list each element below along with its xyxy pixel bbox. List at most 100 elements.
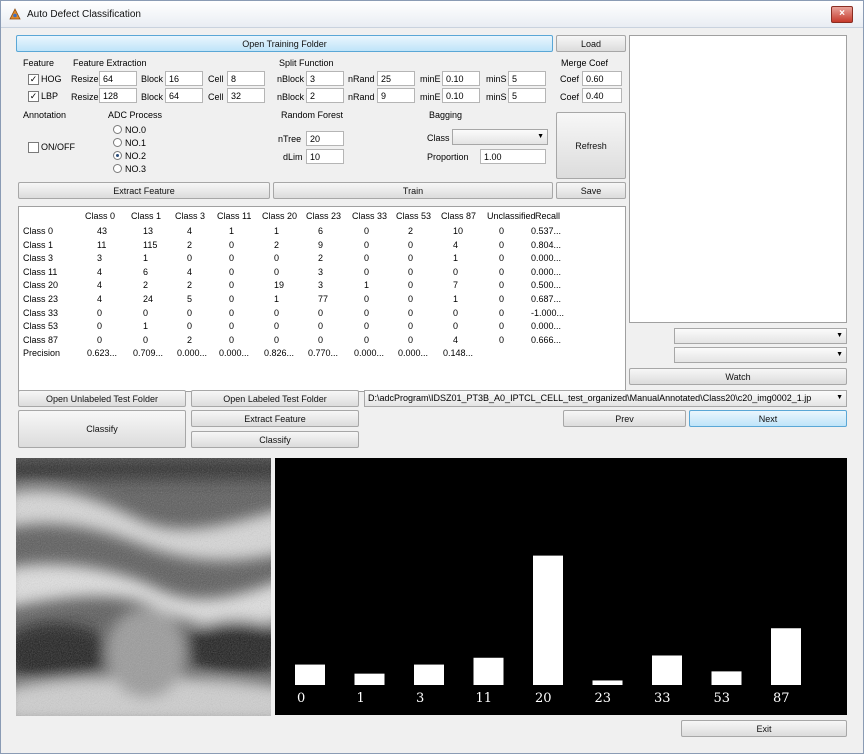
matrix-cell: 2 [187, 280, 193, 291]
open-unlabeled-test-folder-button[interactable]: Open Unlabeled Test Folder [18, 390, 186, 407]
ntree-input[interactable]: 20 [306, 131, 344, 146]
test-image-path-select[interactable]: D:\adcProgram\IDSZ01_PT3B_A0_IPTCL_CELL_… [364, 390, 847, 407]
precision-cell: 0.148... [443, 348, 474, 359]
nrand-input-1[interactable]: 25 [377, 71, 415, 86]
precision-cell: 0.623... [87, 348, 118, 359]
matrix-cell: 0 [187, 253, 193, 264]
extract-feature-test-button[interactable]: Extract Feature [191, 410, 359, 427]
hog-block-input[interactable]: 16 [165, 71, 203, 86]
train-button[interactable]: Train [273, 182, 553, 199]
matrix-cell: 1 [229, 226, 235, 236]
matrix-cell: 5 [187, 294, 193, 304]
matrix-cell: 19 [274, 280, 285, 291]
matrix-cell: 4 [97, 266, 103, 277]
mine-input-1[interactable]: 0.10 [442, 71, 480, 86]
row-label: Class 53 [23, 321, 59, 332]
histogram-category-label: 20 [535, 691, 552, 706]
matrix-cell: 0 [364, 253, 370, 264]
matrix-cell: 0 [229, 266, 235, 277]
mins-input-2[interactable]: 5 [508, 88, 546, 103]
nblock-input-1[interactable]: 3 [306, 71, 344, 86]
classification-histogram: 0 1 3 11 20 23 33 53 87 [275, 458, 847, 715]
watch-button[interactable]: Watch [629, 368, 847, 385]
annotation-checkbox[interactable] [28, 142, 39, 153]
classify-labeled-button[interactable]: Classify [191, 431, 359, 448]
adc-radio-1[interactable] [113, 138, 122, 147]
window-title: Auto Defect Classification [27, 9, 141, 20]
adc-radio-3[interactable] [113, 164, 122, 173]
load-button[interactable]: Load [556, 35, 626, 52]
prev-button[interactable]: Prev [563, 410, 686, 427]
matrix-cell: 0 [364, 266, 370, 277]
histogram-category-label: 53 [714, 691, 731, 706]
mine-label-2: minE [420, 92, 441, 102]
hog-block-label: Block [141, 74, 164, 84]
nrand-label-2: nRand [348, 92, 375, 102]
save-button[interactable]: Save [556, 182, 626, 199]
dlim-label: dLim [283, 152, 303, 162]
bagging-class-select[interactable]: ▼ [452, 129, 548, 145]
hog-checkbox[interactable]: ✓ [28, 74, 39, 85]
open-training-folder-button[interactable]: Open Training Folder [16, 35, 553, 52]
dlim-input[interactable]: 10 [306, 149, 344, 164]
histogram-category-label: 3 [416, 691, 424, 706]
lbp-resize-input[interactable]: 128 [99, 88, 137, 103]
mine-input-2[interactable]: 0.10 [442, 88, 480, 103]
matrix-cell: 0 [143, 307, 149, 318]
column-header: Class 53 [396, 211, 432, 221]
coef-input-1[interactable]: 0.60 [582, 71, 622, 86]
app-window: Auto Defect Classification × Open Traini… [0, 0, 864, 754]
close-button[interactable]: × [831, 6, 853, 23]
row-label: Class 3 [23, 253, 54, 264]
mins-input-1[interactable]: 5 [508, 71, 546, 86]
adc-radio-2[interactable] [113, 151, 122, 160]
matrix-cell: 0.687... [531, 294, 562, 304]
next-button[interactable]: Next [689, 410, 847, 427]
row-label: Class 23 [23, 294, 59, 304]
bagging-header: Bagging [429, 110, 463, 120]
matrix-cell: 11 [97, 239, 107, 250]
matrix-cell: 0 [229, 280, 235, 291]
exit-button[interactable]: Exit [681, 720, 847, 737]
matrix-cell: 0 [364, 321, 370, 332]
lbp-block-input[interactable]: 64 [165, 88, 203, 103]
matrix-cell: 0 [318, 307, 324, 318]
nrand-input-2[interactable]: 9 [377, 88, 415, 103]
matrix-cell: 1 [274, 226, 280, 236]
matrix-cell: 1 [364, 280, 370, 291]
lbp-checkbox[interactable]: ✓ [28, 91, 39, 102]
hog-resize-input[interactable]: 64 [99, 71, 137, 86]
lbp-cell-input[interactable]: 32 [227, 88, 265, 103]
precision-cell: 0.000... [354, 348, 385, 359]
precision-cell: 0.826... [264, 348, 295, 359]
mine-label-1: minE [420, 74, 441, 84]
row-label: Class 1 [23, 239, 54, 250]
histogram-bar [295, 664, 325, 685]
coef-input-2[interactable]: 0.40 [582, 88, 622, 103]
matrix-cell: 6 [143, 266, 149, 277]
refresh-button[interactable]: Refresh [556, 112, 626, 179]
annotation-toggle-label: ON/OFF [41, 142, 75, 152]
classify-unlabeled-button[interactable]: Classify [18, 410, 186, 448]
confusion-matrix-grid[interactable]: Class 0 Class 1 Class 3 Class 11 Class 20 Cla… [18, 206, 626, 392]
hog-cell-input[interactable]: 8 [227, 71, 265, 86]
lbp-label: LBP [41, 91, 59, 101]
extract-feature-button[interactable]: Extract Feature [18, 182, 270, 199]
matrix-cell: 0 [408, 253, 414, 264]
matrix-cell: 2 [187, 334, 193, 345]
matrix-cell: 4 [453, 334, 459, 345]
matrix-cell: 0 [229, 321, 235, 332]
matrix-cell: 4 [187, 226, 193, 236]
matrix-cell: 24 [143, 294, 154, 304]
column-header: Class 87 [441, 211, 477, 221]
proportion-input[interactable]: 1.00 [480, 149, 546, 164]
matrix-cell: 1 [453, 294, 459, 304]
adc-radio-0[interactable] [113, 125, 122, 134]
open-labeled-test-folder-button[interactable]: Open Labeled Test Folder [191, 390, 359, 407]
matrix-cell: 4 [97, 294, 103, 304]
side-combo-1[interactable]: ▼ [674, 328, 847, 344]
side-combo-2[interactable]: ▼ [674, 347, 847, 363]
nblock-input-2[interactable]: 2 [306, 88, 344, 103]
app-icon [9, 8, 21, 20]
histogram-category-label: 1 [357, 691, 365, 706]
